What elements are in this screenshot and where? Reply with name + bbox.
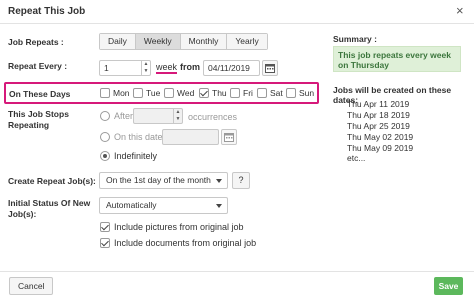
day-sun[interactable]: Sun [286, 88, 314, 98]
stop-indefinitely-option[interactable]: Indefinitely [100, 151, 157, 161]
stop-indefinitely-label: Indefinitely [114, 151, 158, 161]
day-sat-checkbox[interactable] [257, 88, 267, 98]
job-repeats-label: Job Repeats : [8, 37, 64, 47]
stop-indefinitely-radio[interactable] [100, 151, 110, 161]
help-button[interactable]: ? [232, 172, 250, 189]
create-repeat-label: Create Repeat Job(s): [8, 176, 96, 186]
day-tue[interactable]: Tue [133, 88, 160, 98]
occurrences-label: occurrences [188, 112, 238, 122]
repeat-every-input[interactable]: 1 ▲ ▼ [99, 60, 151, 76]
day-fri[interactable]: Fri [230, 88, 253, 98]
job-date-item: Thu Apr 18 2019 [347, 110, 410, 120]
day-wed-label: Wed [177, 88, 195, 98]
close-icon[interactable]: × [456, 4, 464, 18]
day-fri-checkbox[interactable] [230, 88, 240, 98]
stop-date-input[interactable] [162, 129, 219, 145]
stop-after-option[interactable]: After [100, 111, 133, 121]
job-date-more: etc... [347, 153, 366, 163]
day-thu-checkbox[interactable] [199, 88, 209, 98]
repeat-every-value: 1 [104, 63, 109, 73]
job-repeats-segmented: Daily Weekly Monthly Yearly [99, 33, 268, 50]
from-date-input[interactable]: 04/11/2019 [203, 60, 260, 76]
cancel-button[interactable]: Cancel [9, 277, 54, 295]
repeat-monthly-button[interactable]: Monthly [180, 34, 228, 49]
from-label: from [180, 62, 200, 72]
day-tue-label: Tue [146, 88, 161, 98]
repeat-yearly-button[interactable]: Yearly [227, 34, 267, 49]
day-tue-checkbox[interactable] [133, 88, 143, 98]
stops-repeating-label-line1: This Job Stops [8, 109, 69, 119]
on-these-days-label: On These Days [9, 89, 71, 99]
day-thu[interactable]: Thu [199, 88, 227, 98]
stop-on-date-radio[interactable] [100, 132, 110, 142]
initial-status-label-line2: Job(s): [8, 209, 37, 219]
job-date-item: Thu Apr 11 2019 [347, 99, 410, 109]
day-wed[interactable]: Wed [164, 88, 194, 98]
include-pictures-option[interactable]: Include pictures from original job [100, 222, 244, 232]
repeat-every-label: Repeat Every : [8, 61, 68, 71]
stop-on-date-option[interactable]: On this date [100, 132, 163, 142]
include-documents-checkbox[interactable] [100, 238, 110, 248]
day-mon-checkbox[interactable] [100, 88, 110, 98]
day-thu-label: Thu [212, 88, 227, 98]
include-documents-option[interactable]: Include documents from original job [100, 238, 256, 248]
repeat-unit-label: week [156, 62, 178, 74]
day-mon[interactable]: Mon [100, 88, 130, 98]
stop-after-radio[interactable] [100, 111, 110, 121]
calendar-icon[interactable] [262, 60, 278, 76]
job-date-item: Thu May 09 2019 [347, 143, 414, 153]
chevron-down-icon [216, 204, 222, 208]
dialog-footer [0, 271, 474, 299]
repeat-daily-button[interactable]: Daily [100, 34, 136, 49]
day-sun-label: Sun [299, 88, 315, 98]
occurrences-stepper[interactable]: ▲ ▼ [173, 109, 182, 123]
repeat-weekly-button[interactable]: Weekly [135, 34, 181, 49]
include-pictures-checkbox[interactable] [100, 222, 110, 232]
summary-title: Summary : [333, 34, 377, 44]
include-pictures-label: Include pictures from original job [114, 222, 244, 232]
day-sat-label: Sat [270, 88, 283, 98]
stop-after-label: After [114, 111, 134, 121]
initial-status-value: Automatically [106, 200, 157, 210]
initial-status-select[interactable]: Automatically [99, 197, 228, 214]
day-fri-label: Fri [243, 88, 253, 98]
summary-text: This job repeats every week on Thursday [333, 46, 461, 72]
chevron-down-icon [216, 179, 222, 183]
day-wed-checkbox[interactable] [164, 88, 174, 98]
job-date-item: Thu May 02 2019 [347, 132, 414, 142]
stop-on-date-label: On this date [114, 132, 163, 142]
create-repeat-select[interactable]: On the 1st day of the month [99, 172, 228, 189]
job-date-item: Thu Apr 25 2019 [347, 121, 410, 131]
include-documents-label: Include documents from original job [114, 238, 257, 248]
create-repeat-value: On the 1st day of the month [106, 175, 211, 185]
initial-status-label-line1: Initial Status Of New [8, 198, 91, 208]
dialog-title: Repeat This Job [8, 6, 86, 17]
day-sun-checkbox[interactable] [286, 88, 296, 98]
save-button[interactable]: Save [434, 277, 463, 295]
day-mon-label: Mon [113, 88, 130, 98]
stop-date-calendar-icon[interactable] [221, 129, 237, 145]
occurrences-input[interactable]: ▲ ▼ [133, 108, 183, 124]
repeat-every-stepper[interactable]: ▲ ▼ [141, 61, 150, 75]
stops-repeating-label-line2: Repeating [8, 120, 50, 130]
day-sat[interactable]: Sat [257, 88, 283, 98]
